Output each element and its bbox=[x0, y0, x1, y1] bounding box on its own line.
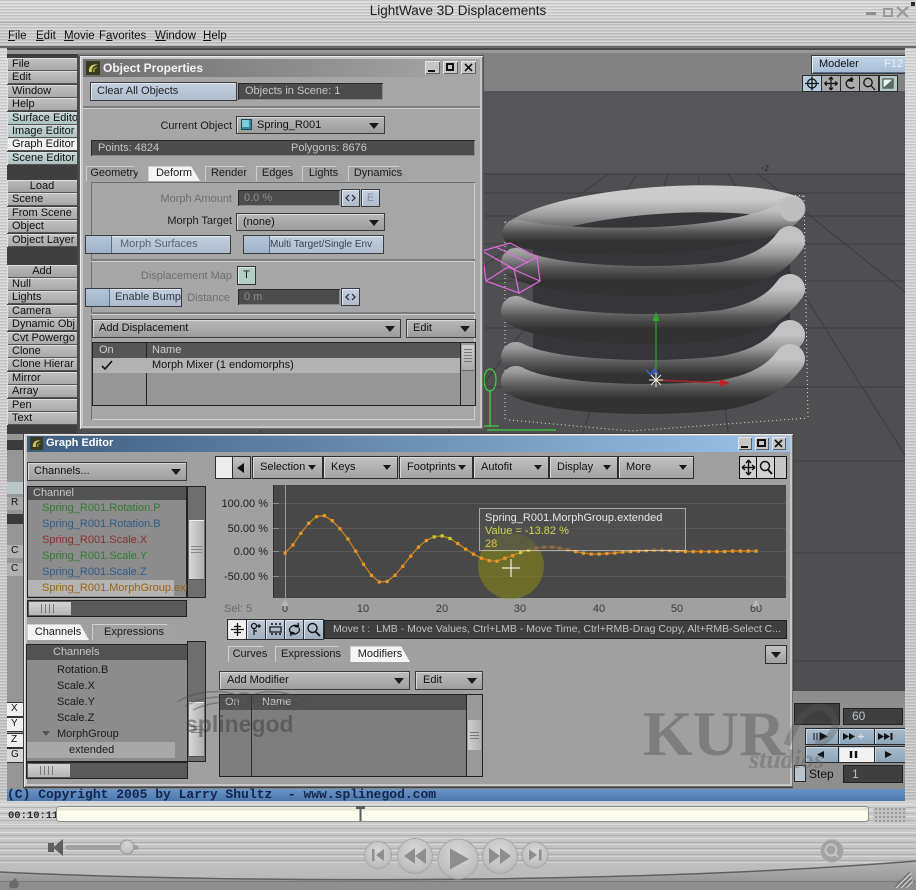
svg-text:40: 40 bbox=[593, 603, 605, 615]
svg-text:splinegod: splinegod bbox=[185, 711, 294, 737]
svg-text:studios: studios bbox=[748, 745, 824, 774]
svg-text:-50.00 %: -50.00 % bbox=[224, 571, 268, 583]
svg-text:50: 50 bbox=[671, 603, 683, 615]
svg-text:28: 28 bbox=[485, 538, 497, 550]
svg-text:-z: -z bbox=[761, 163, 769, 174]
svg-text:0.00 %: 0.00 % bbox=[234, 546, 268, 558]
svg-text:10: 10 bbox=[357, 603, 369, 615]
svg-text:30: 30 bbox=[514, 603, 526, 615]
svg-text:00:10:11: 00:10:11 bbox=[8, 810, 58, 822]
svg-text:20: 20 bbox=[436, 603, 448, 615]
svg-text:Sel: 5: Sel: 5 bbox=[224, 603, 252, 615]
svg-text:50.00 %: 50.00 % bbox=[228, 523, 269, 535]
svg-text:Value = -13.82 %: Value = -13.82 % bbox=[485, 525, 569, 537]
svg-text:Spring_R001.MorphGroup.extende: Spring_R001.MorphGroup.extended bbox=[485, 512, 662, 524]
svg-text:100.00 %: 100.00 % bbox=[222, 498, 269, 510]
